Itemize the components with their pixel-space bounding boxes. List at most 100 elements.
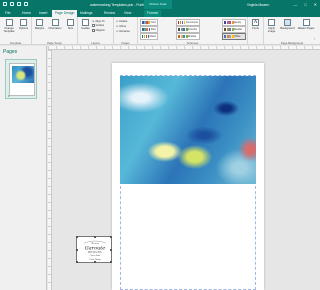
options-icon: [20, 19, 27, 26]
thumbnail-page: [9, 63, 35, 96]
layout-group: ⇲ Align To Guides Objects Guides Layout: [78, 17, 114, 45]
ribbon-tabs: File Home Insert Page Design Mailings Re…: [0, 9, 320, 17]
pages-pane: Pages 1: [0, 46, 47, 290]
orientation-icon: [51, 19, 59, 26]
tab-file[interactable]: File: [2, 10, 13, 18]
scheme-foundry[interactable]: Foundry: [176, 26, 200, 33]
group-label: Schemes: [186, 40, 199, 45]
logo-image[interactable]: Theresa Garoute DESIGNS Cancer Bank · Cl…: [75, 235, 113, 264]
resize-handle[interactable]: [75, 235, 78, 238]
orientation-button[interactable]: Orientation: [47, 19, 63, 30]
rename-page-button[interactable]: ▭ Rename: [116, 29, 130, 34]
close-button[interactable]: ✕: [314, 2, 317, 7]
pages-pane-title: Pages: [3, 49, 18, 55]
group-label: Pages: [121, 40, 130, 45]
scheme-civic[interactable]: Civic: [140, 19, 158, 26]
thumbnail-image: [12, 66, 34, 83]
scheme-equity[interactable]: Equity: [222, 19, 246, 26]
template-icon: [5, 19, 13, 26]
page-number: 1: [8, 93, 10, 98]
title-bar: watermarking Templates.pub - Publisher P…: [0, 0, 320, 9]
schemes-group: Civic Flow Metro Concourse Foundry Modul…: [138, 17, 248, 45]
resize-handle[interactable]: [75, 261, 78, 264]
user-name[interactable]: Virginia Mauern: [247, 3, 269, 7]
fonts-icon: A: [252, 19, 259, 26]
page-setup-group: Margins Orientation Size Page Setup: [32, 17, 78, 45]
scheme-flow[interactable]: Flow: [140, 26, 158, 33]
maximize-button[interactable]: □: [304, 2, 306, 7]
redo-icon[interactable]: [17, 2, 21, 6]
master-pages-icon: [302, 19, 310, 26]
watercolor-image[interactable]: [120, 76, 256, 184]
guides-button[interactable]: Guides: [79, 19, 92, 30]
page-background-group: Apply Image Background Master Pages Page…: [264, 17, 320, 45]
image-icon: [268, 19, 275, 26]
background-icon: [284, 19, 291, 26]
resize-handle[interactable]: [110, 261, 113, 264]
window-controls: — □ ✕: [293, 2, 317, 7]
collapse-ribbon-button[interactable]: ⌃: [313, 38, 316, 42]
group-label: Template: [9, 40, 22, 45]
document-title: watermarking Templates.pub - Publisher: [90, 2, 151, 7]
tab-mailings[interactable]: Mailings: [77, 10, 95, 18]
quick-access-toolbar: [3, 2, 28, 6]
resize-handle[interactable]: [110, 235, 113, 238]
scheme-metro[interactable]: Metro: [140, 33, 158, 40]
checkbox-icon: [92, 29, 95, 32]
tab-view[interactable]: View: [121, 10, 134, 18]
svg-text:Cancer Bank: Cancer Bank: [90, 255, 100, 257]
resize-handle[interactable]: [75, 249, 78, 251]
move-icon: ▭: [116, 25, 119, 28]
undo-icon[interactable]: [10, 2, 14, 6]
apply-image-button[interactable]: Apply Image: [265, 19, 278, 33]
size-button[interactable]: Size: [64, 19, 77, 30]
group-label: Page Background: [280, 40, 304, 45]
move-page-button[interactable]: ▭ Move: [116, 24, 126, 29]
scheme-concourse[interactable]: Concourse: [176, 19, 200, 26]
tab-page-design[interactable]: Page Design: [52, 9, 78, 17]
tab-review[interactable]: Review: [101, 10, 118, 18]
tab-insert[interactable]: Insert: [36, 10, 50, 18]
publication-page[interactable]: [112, 63, 264, 290]
checkbox-icon: [92, 24, 95, 27]
resize-handle[interactable]: [93, 235, 96, 238]
scheme-office[interactable]: Office: [222, 33, 246, 40]
vertical-ruler[interactable]: [48, 50, 52, 290]
size-icon: [67, 19, 74, 26]
minimize-button[interactable]: —: [293, 2, 297, 7]
fonts-group: A Fonts: [248, 17, 264, 45]
options-button[interactable]: Options: [17, 19, 30, 30]
pages-group: ▭ Delete ▭ Move ▭ Rename Pages: [114, 17, 138, 45]
change-template-button[interactable]: Change Template: [1, 19, 17, 33]
align-to-button[interactable]: ⇲ Align To: [92, 19, 105, 24]
group-label: Layout: [91, 40, 100, 45]
resize-handle[interactable]: [110, 249, 113, 251]
master-pages-button[interactable]: Master Pages: [297, 19, 315, 30]
delete-page-button[interactable]: ▭ Delete: [116, 19, 127, 24]
objects-checkbox[interactable]: Objects: [92, 29, 105, 32]
rename-icon: ▭: [116, 30, 119, 33]
fonts-button[interactable]: A Fonts: [249, 19, 262, 30]
group-label: Page Setup: [47, 40, 62, 45]
align-icon: ⇲: [92, 20, 95, 23]
svg-text:DESIGNS: DESIGNS: [88, 251, 102, 254]
logo-artwork: Theresa Garoute DESIGNS Cancer Bank · Cl…: [83, 240, 107, 261]
horizontal-ruler[interactable]: [48, 46, 320, 50]
margins-button[interactable]: Margins: [33, 19, 46, 30]
guides-checkbox[interactable]: Guides: [92, 24, 104, 27]
scheme-median[interactable]: Median: [222, 26, 246, 33]
tab-home[interactable]: Home: [19, 10, 34, 18]
background-button[interactable]: Background: [279, 19, 296, 30]
picture-tools-header: Picture Tools: [144, 0, 172, 9]
tab-format[interactable]: Format: [144, 9, 161, 17]
save-icon[interactable]: [3, 2, 7, 6]
print-icon[interactable]: [24, 2, 28, 6]
margins-icon: [36, 19, 43, 26]
guides-icon: [82, 19, 89, 26]
scheme-module[interactable]: Module: [176, 33, 200, 40]
ribbon: Change Template Options Template Margins…: [0, 17, 320, 45]
svg-text:· Clove Bingo ·: · Clove Bingo ·: [88, 258, 102, 261]
delete-icon: ▭: [116, 20, 119, 23]
page-thumbnail[interactable]: 1: [5, 59, 37, 99]
template-group: Change Template Options Template: [0, 17, 32, 45]
